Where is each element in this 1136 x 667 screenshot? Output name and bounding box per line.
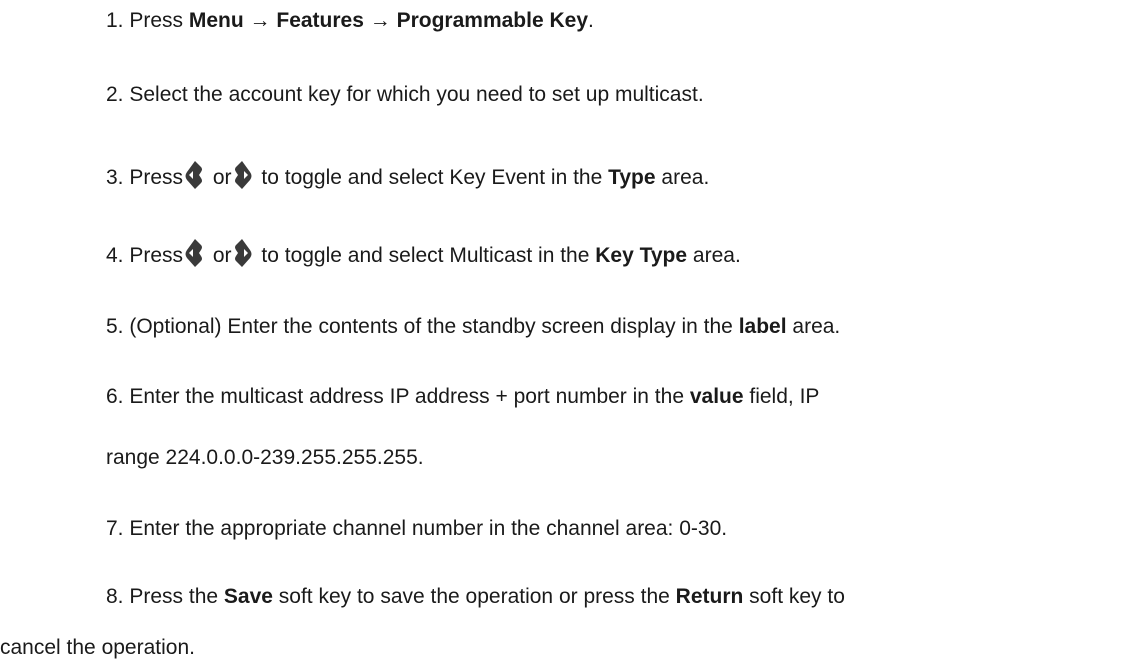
step-6-continuation: range 224.0.0.0-239.255.255.255.	[106, 445, 424, 471]
step-5-text: 5. (Optional) Enter the contents of the …	[106, 315, 739, 338]
step-8: 8. Press the Save soft key to save the o…	[106, 584, 845, 610]
cancel-text: cancel the operation.	[0, 636, 195, 659]
step-6-text: 6. Enter the multicast address IP addres…	[106, 385, 690, 408]
step-3-text: 3. Press	[106, 166, 184, 189]
step-6: 6. Enter the multicast address IP addres…	[106, 384, 819, 410]
features-term: Features	[276, 9, 364, 32]
step-3-end: area.	[655, 166, 710, 189]
left-navigation-key-icon	[184, 238, 204, 268]
step-8-text: 8. Press the	[106, 585, 224, 608]
step-8-middle: soft key to save the operation or press …	[272, 585, 676, 608]
arrow-separator: →	[363, 9, 397, 32]
programmable-key-term: Programmable Key	[396, 9, 589, 32]
arrow-separator: →	[243, 9, 277, 32]
key-type-term: Key Type	[595, 244, 688, 267]
step-1-text: 1. Press	[106, 9, 189, 32]
right-navigation-key-icon	[233, 160, 253, 190]
step-4-end: area.	[687, 244, 741, 267]
value-term: value	[689, 385, 744, 408]
step-5-end: area.	[786, 315, 841, 338]
step-8-end: soft key to	[743, 585, 845, 608]
step-5: 5. (Optional) Enter the contents of the …	[106, 314, 840, 340]
instruction-document: 1. Press Menu → Features → Programmable …	[0, 0, 1136, 667]
step-7: 7. Enter the appropriate channel number …	[106, 516, 727, 542]
menu-term: Menu	[188, 9, 244, 32]
step-3: 3. Press or to toggle and select Key Eve…	[106, 160, 710, 189]
or-text: or	[207, 244, 232, 267]
or-text: or	[207, 166, 232, 189]
step-6-end: field, IP	[743, 385, 820, 408]
step-8-continuation: cancel the operation.	[0, 635, 195, 661]
save-term: Save	[223, 585, 273, 608]
step-7-text: 7. Enter the appropriate channel number …	[106, 517, 728, 540]
step-4: 4. Press or to toggle and select Multica…	[106, 238, 741, 267]
left-navigation-key-icon	[184, 160, 204, 190]
step-2-text: 2. Select the account key for which you …	[106, 83, 704, 106]
return-term: Return	[675, 585, 744, 608]
step-1-end: .	[588, 9, 594, 32]
step-4-middle: to toggle and select Multicast in the	[255, 244, 596, 267]
right-navigation-key-icon	[233, 238, 253, 268]
type-term: Type	[608, 166, 656, 189]
ip-range-text: range 224.0.0.0-239.255.255.255.	[106, 446, 424, 469]
step-2: 2. Select the account key for which you …	[106, 82, 704, 108]
label-term: label	[738, 315, 787, 338]
step-4-text: 4. Press	[106, 244, 184, 267]
step-3-middle: to toggle and select Key Event in the	[255, 166, 609, 189]
step-1: 1. Press Menu → Features → Programmable …	[106, 8, 594, 34]
